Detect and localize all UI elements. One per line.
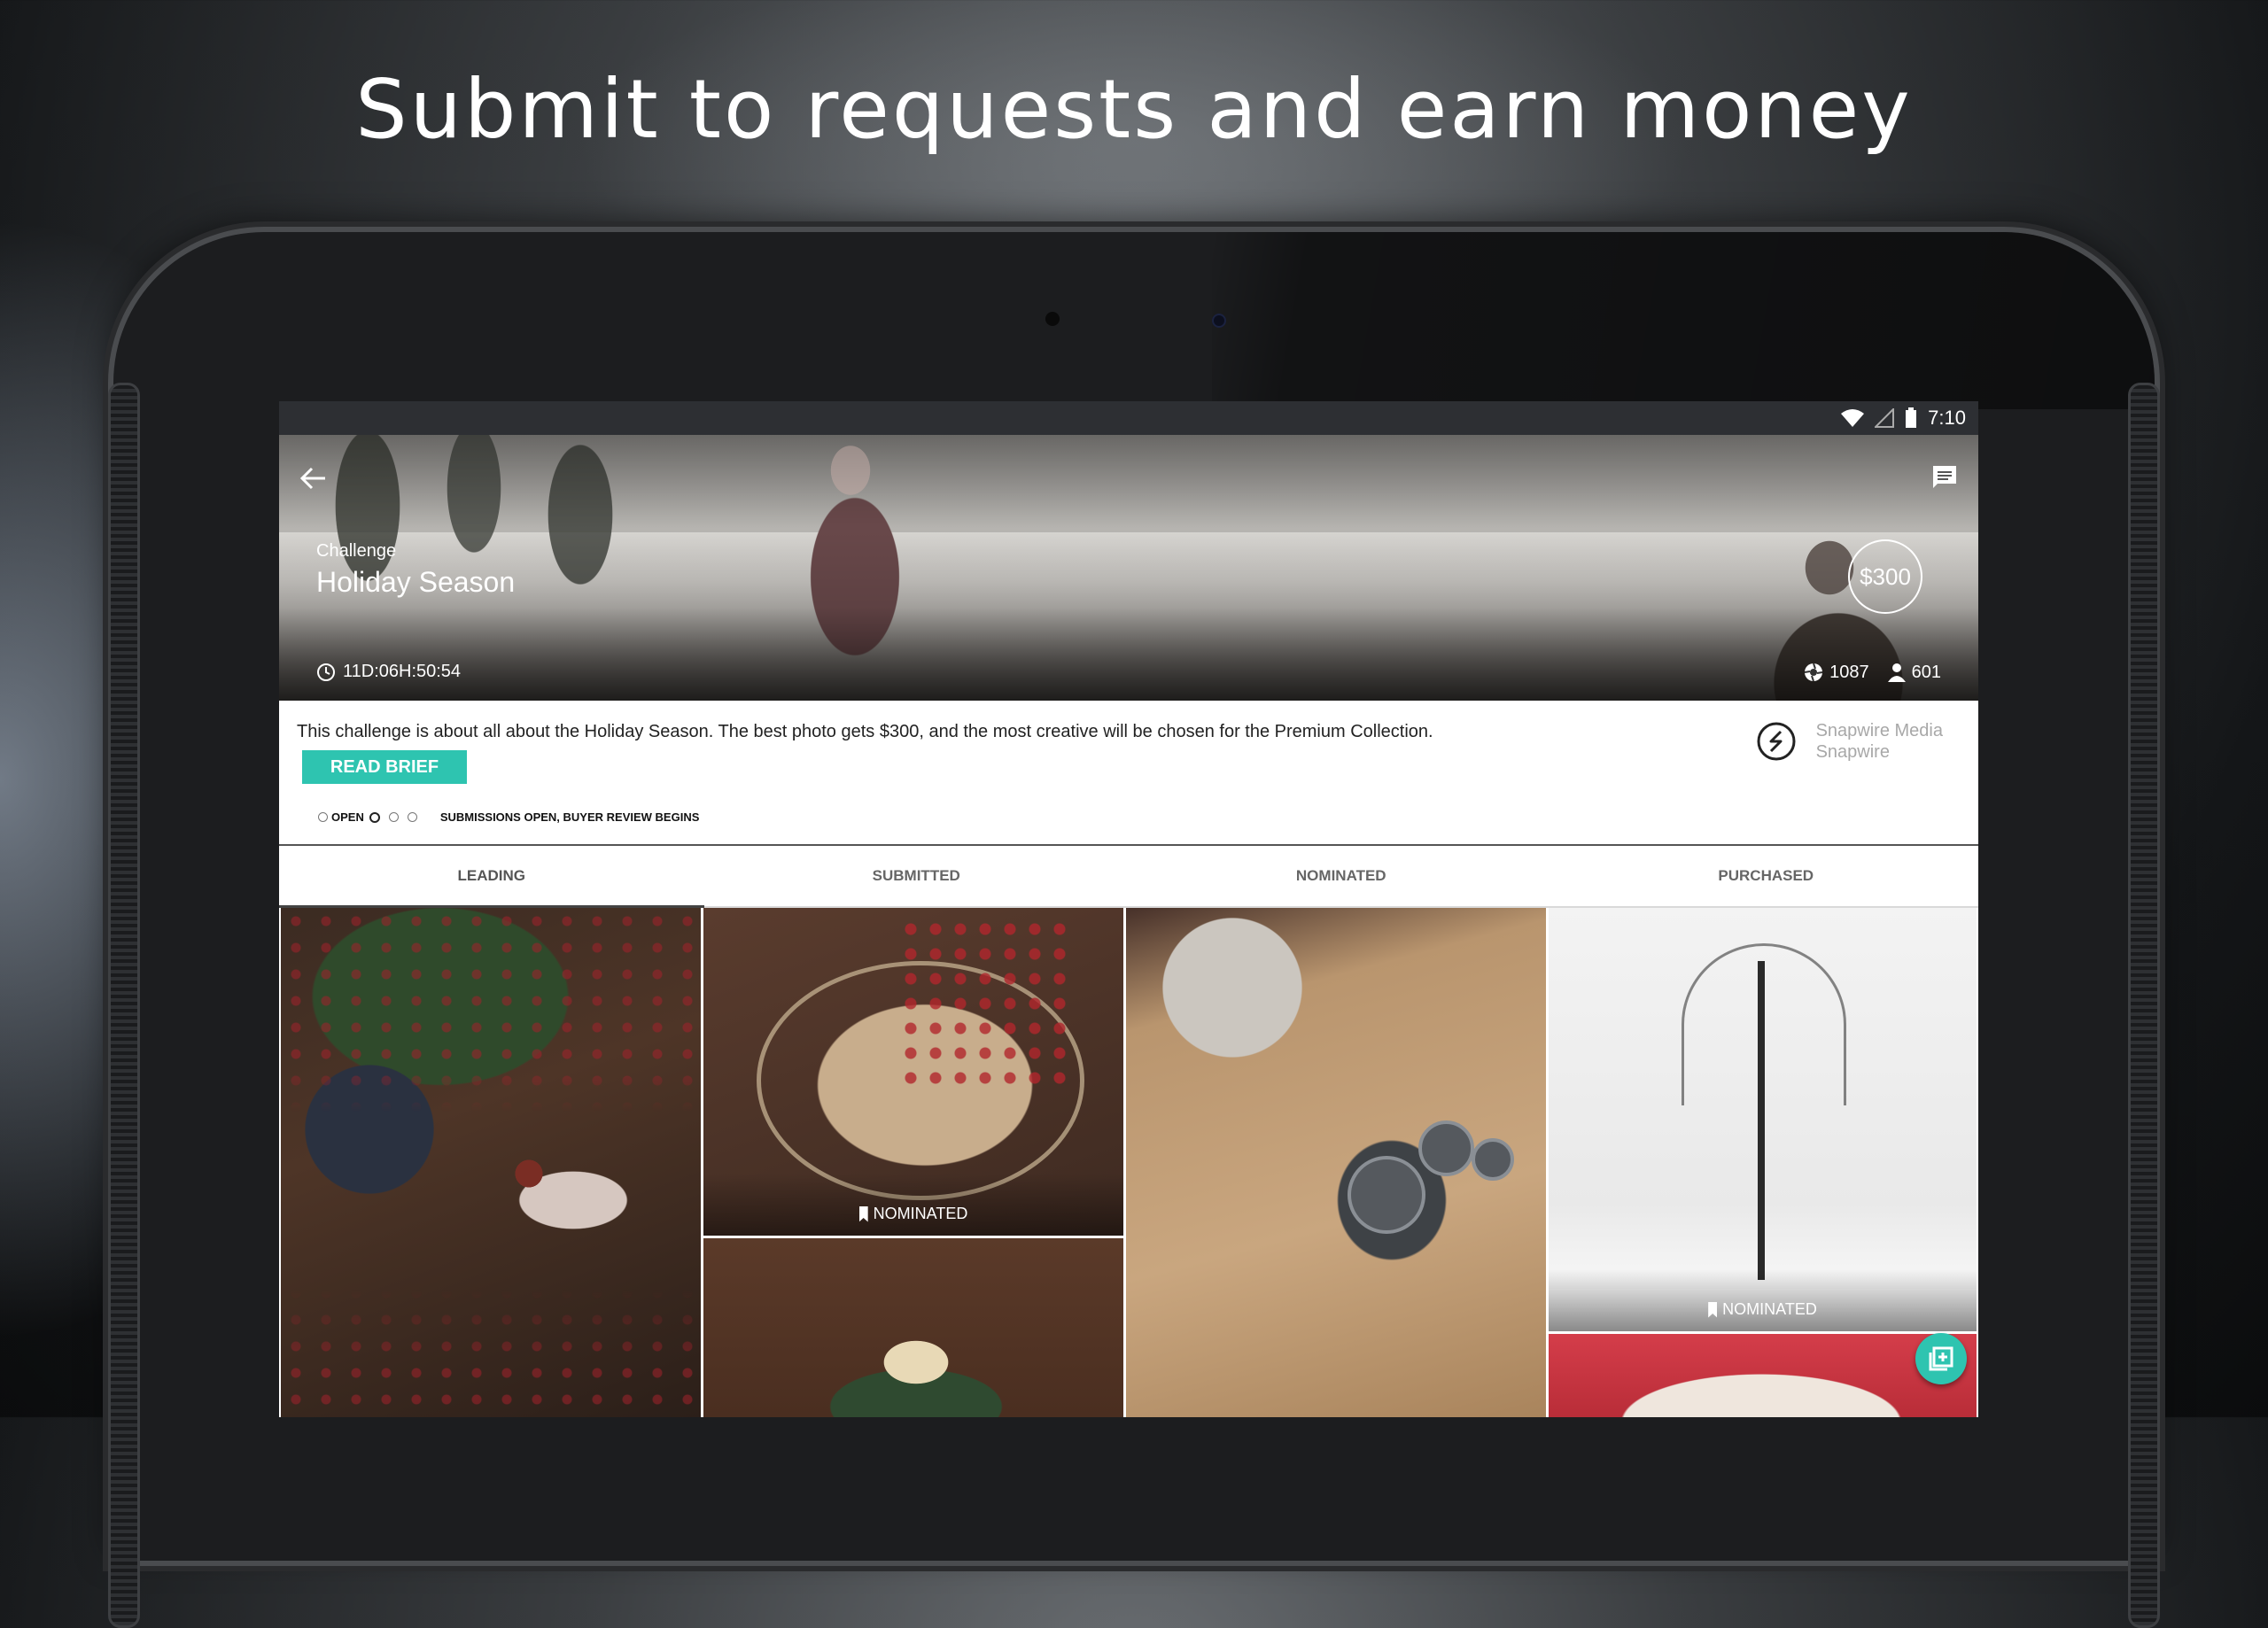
battery-icon — [1906, 407, 1917, 428]
front-sensor — [1045, 312, 1060, 326]
participants-count: 601 — [1911, 662, 1941, 682]
photo-detail — [1758, 961, 1765, 1280]
read-brief-button[interactable]: READ BRIEF — [302, 750, 467, 784]
phase-indicator: OPEN SUBMISSIONS OPEN, BUYER REVIEW BEGI… — [318, 810, 699, 824]
speaker-right — [2128, 383, 2160, 1628]
status-icons: 7:10 — [1841, 407, 1966, 430]
countdown-value: 11D:06H:50:54 — [343, 662, 462, 681]
photo-tile[interactable] — [1126, 908, 1546, 1417]
challenge-info: This challenge is about all about the Ho… — [279, 701, 1978, 845]
back-arrow-icon[interactable] — [299, 463, 329, 493]
signal-icon — [1875, 408, 1895, 428]
snapwire-logo-icon — [1757, 722, 1796, 761]
challenge-title: Holiday Season — [316, 566, 516, 598]
photo-tile[interactable]: NOMINATED — [703, 908, 1123, 1236]
bookmark-icon — [858, 1205, 868, 1222]
sponsor-name: Snapwire Media — [1815, 721, 1943, 740]
sponsor-sub: Snapwire — [1815, 742, 1890, 762]
photo-tile[interactable] — [703, 1238, 1123, 1417]
challenge-stats: 1087 601 — [1803, 662, 1941, 683]
add-photo-button[interactable] — [1915, 1333, 1967, 1384]
front-camera — [1212, 314, 1226, 328]
app-screen: 7:10 Challenge Holiday Season $300 11D:0… — [279, 401, 1978, 1417]
tab-nominated[interactable]: NOMINATED — [1129, 846, 1554, 906]
tab-leading[interactable]: LEADING — [279, 846, 704, 908]
add-photo-icon — [1929, 1346, 1953, 1371]
tab-bar: LEADING SUBMITTED NOMINATED PURCHASED — [279, 846, 1978, 908]
nominated-label: NOMINATED — [873, 1205, 968, 1222]
aperture-icon — [1804, 663, 1823, 682]
status-bar: 7:10 — [279, 401, 1978, 435]
bookmark-icon — [1708, 1301, 1718, 1318]
chat-icon[interactable] — [1930, 463, 1959, 492]
photo-grid: NOMINATED NOMINATED — [279, 908, 1978, 1417]
phase-dot-active — [369, 811, 380, 823]
photo-tile[interactable]: NOMINATED — [1549, 908, 1977, 1331]
phase-dot — [318, 812, 328, 822]
wifi-icon — [1841, 409, 1865, 427]
speaker-left — [108, 383, 140, 1628]
phase-description: SUBMISSIONS OPEN, BUYER REVIEW BEGINS — [439, 810, 700, 824]
challenge-label: Challenge — [316, 541, 397, 561]
phase-dot — [388, 812, 399, 822]
tab-submitted[interactable]: SUBMITTED — [704, 846, 1130, 906]
photo-tile[interactable] — [281, 908, 701, 1417]
nominated-badge: NOMINATED — [1549, 1300, 1977, 1319]
prize-badge: $300 — [1848, 539, 1922, 614]
hero-shade — [279, 435, 1978, 701]
nominated-label: NOMINATED — [1722, 1300, 1817, 1318]
countdown: 11D:06H:50:54 — [316, 662, 461, 682]
challenge-hero: Challenge Holiday Season $300 11D:06H:50… — [279, 435, 1978, 701]
sponsor[interactable]: Snapwire Media Snapwire — [1756, 720, 1943, 763]
person-icon — [1887, 663, 1906, 682]
status-time: 7:10 — [1928, 407, 1966, 429]
photo-detail — [281, 908, 701, 1417]
clock-icon — [317, 663, 335, 681]
tab-purchased[interactable]: PURCHASED — [1554, 846, 1979, 906]
photo-detail — [1418, 1120, 1474, 1176]
headline: Submit to requests and earn money — [355, 62, 1913, 157]
photos-count: 1087 — [1829, 662, 1869, 682]
photo-tile[interactable] — [1549, 1334, 1977, 1417]
phase-dot — [407, 812, 417, 822]
photos-stat: 1087 — [1803, 662, 1869, 683]
phase-label: OPEN — [331, 810, 364, 824]
photo-detail — [898, 917, 1076, 1094]
nominated-badge: NOMINATED — [703, 1205, 1123, 1223]
photo-detail — [1472, 1138, 1514, 1181]
photo-detail — [1348, 1156, 1425, 1234]
participants-stat: 601 — [1887, 663, 1941, 683]
sponsor-text: Snapwire Media Snapwire — [1816, 720, 1943, 763]
challenge-description: This challenge is about all about the Ho… — [297, 722, 1433, 741]
tablet-sheen — [1212, 232, 2155, 409]
